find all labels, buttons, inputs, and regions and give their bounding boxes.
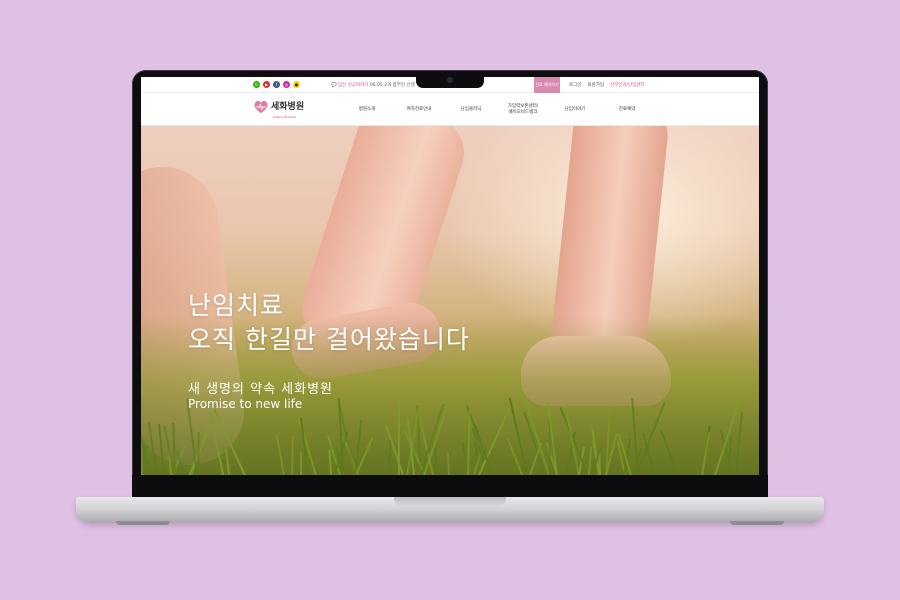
center-link[interactable]: 산부인과/난임센터 [610, 82, 645, 88]
camera-notch [416, 74, 484, 88]
main-navbar: 세화병원 Sewha Hospital 병원소개 여자진료안내 난임클리닉 가임… [141, 93, 759, 126]
blog-icon[interactable]: b [253, 81, 260, 88]
laptop-foot-right [730, 521, 784, 525]
main-menu: 병원소개 여자진료안내 난임클리닉 가임력보존센터/ 베이오비드뱅크 난임이야기… [341, 93, 653, 126]
kakao-icon[interactable]: ● [293, 81, 300, 88]
hero-banner: 난임치료 오직 한길만 걸어왔습니다 새 생명의 약속 세화병원 Promise… [141, 126, 759, 475]
hero-subheadline: 새 생명의 약속 세화병원 Promise to new life [188, 382, 333, 411]
menu-item-stories[interactable]: 난임이야기 [549, 107, 601, 113]
camera-icon [447, 77, 453, 83]
youtube-icon[interactable]: ▶ [263, 81, 270, 88]
hero-headline-line1: 난임치료 [188, 291, 285, 320]
menu-item-fertility-center[interactable]: 가임력보존센터/ 베이오비드뱅크 [497, 104, 549, 116]
instagram-icon[interactable]: ◎ [283, 81, 290, 88]
laptop-foot-left [116, 521, 170, 525]
heart-logo-icon [254, 100, 268, 114]
notice-tag: 💬 임신 성공이야기 [331, 83, 369, 88]
reservation-cta-button[interactable]: 진료 예약하기 [534, 77, 560, 93]
menu-item-infertility-clinic[interactable]: 난임클리닉 [445, 107, 497, 113]
top-links: 로그인 회원가입 산부인과/난임센터 [569, 82, 645, 88]
login-link[interactable]: 로그인 [569, 82, 581, 88]
hero-sub-korean: 새 생명의 약속 세화병원 [188, 382, 333, 397]
logo-text: 세화병원 [271, 101, 305, 112]
social-links: b ▶ f ◎ ● [253, 81, 300, 88]
menu-item-about[interactable]: 병원소개 [341, 107, 393, 113]
laptop-opening-notch [394, 497, 506, 506]
facebook-icon[interactable]: f [273, 81, 280, 88]
grass-blade [397, 401, 400, 475]
signup-link[interactable]: 회원가입 [587, 82, 604, 88]
hero-sub-english: Promise to new life [188, 397, 303, 411]
hero-headline-line2: 오직 한길만 걸어왔습니다 [188, 325, 470, 354]
logo-subtitle: Sewha Hospital [273, 115, 297, 119]
hero-headline: 난임치료 오직 한길만 걸어왔습니다 [188, 289, 470, 357]
notice-text: 06.05 2과 합부인 선생 [369, 83, 415, 88]
menu-item-treatment[interactable]: 여자진료안내 [393, 107, 445, 113]
site-logo[interactable]: 세화병원 Sewha Hospital [253, 100, 305, 119]
laptop-screen: b ▶ f ◎ ● 💬 임신 성공이야기 06.05 2과 합부인 선생 진료 … [141, 77, 759, 475]
laptop-base [76, 497, 824, 525]
grass-blade [299, 451, 302, 475]
notice-ticker[interactable]: 💬 임신 성공이야기 06.05 2과 합부인 선생 [331, 82, 415, 88]
menu-item-reservation[interactable]: 진료예약 [601, 107, 653, 113]
